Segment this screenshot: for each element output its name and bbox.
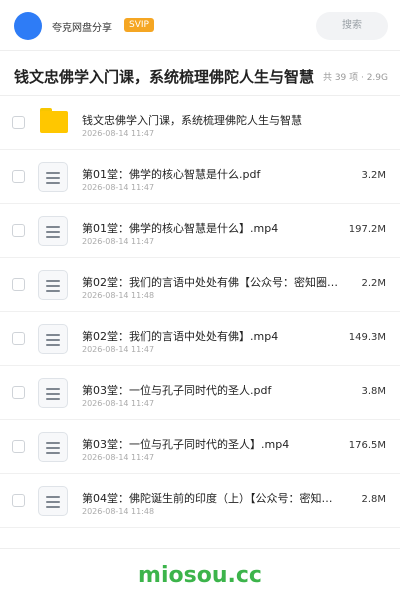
list-item[interactable]: 第03堂：一位与孔子同时代的圣人.pdf 2026-08-14 11:47 3.… bbox=[0, 366, 400, 420]
file-size: 149.3M bbox=[348, 332, 386, 343]
svip-badge: SVIP bbox=[124, 18, 154, 32]
list-item[interactable]: 第02堂：我们的言语中处处有佛】.mp4 2026-08-14 11:47 14… bbox=[0, 312, 400, 366]
file-date: 2026-08-14 11:47 bbox=[82, 345, 155, 354]
select-checkbox[interactable] bbox=[12, 278, 25, 291]
document-icon bbox=[38, 162, 68, 192]
file-name: 钱文忠佛学入门课，系统梳理佛陀人生与智慧 bbox=[82, 114, 302, 127]
select-checkbox[interactable] bbox=[12, 386, 25, 399]
file-size: 197.2M bbox=[348, 224, 386, 235]
footer-divider bbox=[0, 548, 400, 549]
select-checkbox[interactable] bbox=[12, 170, 25, 183]
list-item[interactable]: 第02堂：我们的言语中处处有佛【公众号：密知圈】.… 2026-08-14 11… bbox=[0, 258, 400, 312]
file-name: 第01堂：佛学的核心智慧是什么】.mp4 bbox=[82, 222, 279, 235]
list-item[interactable]: 第01堂：佛学的核心智慧是什么】.mp4 2026-08-14 11:47 19… bbox=[0, 204, 400, 258]
folder-icon bbox=[38, 108, 68, 138]
file-date: 2026-08-14 11:47 bbox=[82, 399, 155, 408]
share-title: 钱文忠佛学入门课，系统梳理佛陀人生与智慧 bbox=[14, 68, 314, 86]
file-name: 第02堂：我们的言语中处处有佛】.mp4 bbox=[82, 330, 279, 343]
list-item[interactable]: 第04堂：佛陀诞生前的印度（上）【公众号：密知圈】… 2026-08-14 11… bbox=[0, 474, 400, 528]
document-icon bbox=[38, 324, 68, 354]
avatar[interactable] bbox=[14, 12, 42, 40]
file-size: 2.2M bbox=[361, 278, 386, 289]
document-icon bbox=[38, 270, 68, 300]
file-name: 第01堂：佛学的核心智慧是什么.pdf bbox=[82, 168, 261, 181]
share-meta: 共 39 项 · 2.9G bbox=[322, 73, 388, 83]
select-checkbox[interactable] bbox=[12, 224, 25, 237]
select-checkbox[interactable] bbox=[12, 116, 25, 129]
list-item[interactable]: 第03堂：一位与孔子同时代的圣人】.mp4 2026-08-14 11:47 1… bbox=[0, 420, 400, 474]
file-size: 176.5M bbox=[348, 440, 386, 451]
select-checkbox[interactable] bbox=[12, 440, 25, 453]
file-list: 钱文忠佛学入门课，系统梳理佛陀人生与智慧 2026-08-14 11:47 第0… bbox=[0, 96, 400, 528]
select-checkbox[interactable] bbox=[12, 494, 25, 507]
file-date: 2026-08-14 11:47 bbox=[82, 183, 155, 192]
watermark: miosou.cc bbox=[138, 563, 262, 588]
document-icon bbox=[38, 432, 68, 462]
file-size: 3.8M bbox=[361, 386, 386, 397]
list-item[interactable]: 钱文忠佛学入门课，系统梳理佛陀人生与智慧 2026-08-14 11:47 bbox=[0, 96, 400, 150]
file-date: 2026-08-14 11:47 bbox=[82, 129, 155, 138]
file-name: 第02堂：我们的言语中处处有佛【公众号：密知圈】.… bbox=[82, 276, 342, 289]
header-divider bbox=[0, 50, 400, 51]
file-date: 2026-08-14 11:48 bbox=[82, 291, 155, 300]
list-item[interactable]: 第01堂：佛学的核心智慧是什么.pdf 2026-08-14 11:47 3.2… bbox=[0, 150, 400, 204]
document-icon bbox=[38, 378, 68, 408]
file-date: 2026-08-14 11:47 bbox=[82, 453, 155, 462]
file-size: 3.2M bbox=[361, 170, 386, 181]
document-icon bbox=[38, 216, 68, 246]
file-name: 第03堂：一位与孔子同时代的圣人】.mp4 bbox=[82, 438, 290, 451]
document-icon bbox=[38, 486, 68, 516]
file-name: 第03堂：一位与孔子同时代的圣人.pdf bbox=[82, 384, 272, 397]
file-date: 2026-08-14 11:47 bbox=[82, 237, 155, 246]
top-bar: 夸克网盘分享 SVIP 搜索 bbox=[0, 0, 400, 50]
brand-name: 夸克网盘分享 bbox=[52, 23, 112, 34]
select-checkbox[interactable] bbox=[12, 332, 25, 345]
file-size: 2.8M bbox=[361, 494, 386, 505]
file-date: 2026-08-14 11:48 bbox=[82, 507, 155, 516]
search-button[interactable]: 搜索 bbox=[316, 12, 388, 40]
file-name: 第04堂：佛陀诞生前的印度（上）【公众号：密知圈】… bbox=[82, 492, 342, 505]
